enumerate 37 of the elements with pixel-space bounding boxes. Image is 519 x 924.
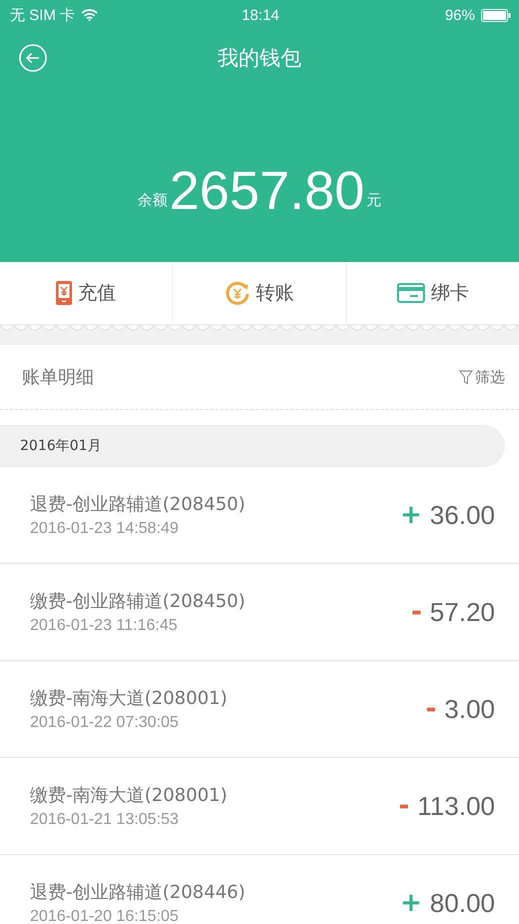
bill-title: 缴费-创业路辅道(208450) bbox=[30, 590, 246, 613]
amount-sign: + bbox=[400, 500, 422, 530]
bill-time: 2016-01-22 07:30:05 bbox=[30, 714, 180, 732]
bill-time: 2016-01-23 14:58:49 bbox=[30, 520, 180, 538]
status-time: 18:14 bbox=[242, 6, 280, 24]
bill-title: 退费-创业路辅道(208450) bbox=[30, 493, 246, 516]
battery-icon bbox=[480, 8, 511, 22]
bill-time: 2016-01-23 11:16:45 bbox=[30, 617, 178, 635]
yen-cycle-icon bbox=[224, 280, 250, 306]
bill-amount: 3.00 bbox=[444, 694, 495, 724]
card-icon bbox=[396, 283, 425, 303]
filter-button[interactable]: 筛选 bbox=[459, 368, 505, 386]
amount-sign: + bbox=[400, 888, 422, 918]
carrier-label: 无 SIM 卡 bbox=[10, 6, 76, 24]
back-button[interactable] bbox=[18, 43, 48, 73]
month-header: 2016年01月 bbox=[0, 425, 505, 467]
page-title: 我的钱包 bbox=[218, 45, 302, 72]
filter-icon bbox=[459, 370, 473, 384]
bill-title: 缴费-南海大道(208001) bbox=[30, 784, 228, 807]
bill-amount: 80.00 bbox=[430, 888, 495, 918]
bill-title: 缴费-南海大道(208001) bbox=[30, 687, 228, 710]
wifi-icon bbox=[81, 9, 98, 21]
balance-amount: 2657.80 bbox=[169, 164, 365, 218]
amount-sign: - bbox=[411, 597, 422, 627]
bill-title: 退费-创业路辅道(208446) bbox=[30, 881, 246, 904]
balance-label: 余额 bbox=[137, 191, 168, 211]
bill-time: 2016-01-21 13:05:53 bbox=[30, 811, 180, 829]
battery-percent: 96% bbox=[444, 6, 475, 24]
bill-amount: 57.20 bbox=[430, 596, 495, 628]
amount-sign: - bbox=[398, 791, 410, 821]
balance-unit: 元 bbox=[366, 191, 382, 211]
phone-yen-icon bbox=[56, 281, 72, 305]
amount-sign: - bbox=[426, 694, 436, 724]
bill-amount: 36.00 bbox=[430, 500, 495, 530]
bill-time: 2016-01-20 16:15:05 bbox=[30, 908, 180, 924]
section-title: 账单明细 bbox=[22, 366, 94, 389]
bill-amount: 113.00 bbox=[417, 790, 495, 822]
